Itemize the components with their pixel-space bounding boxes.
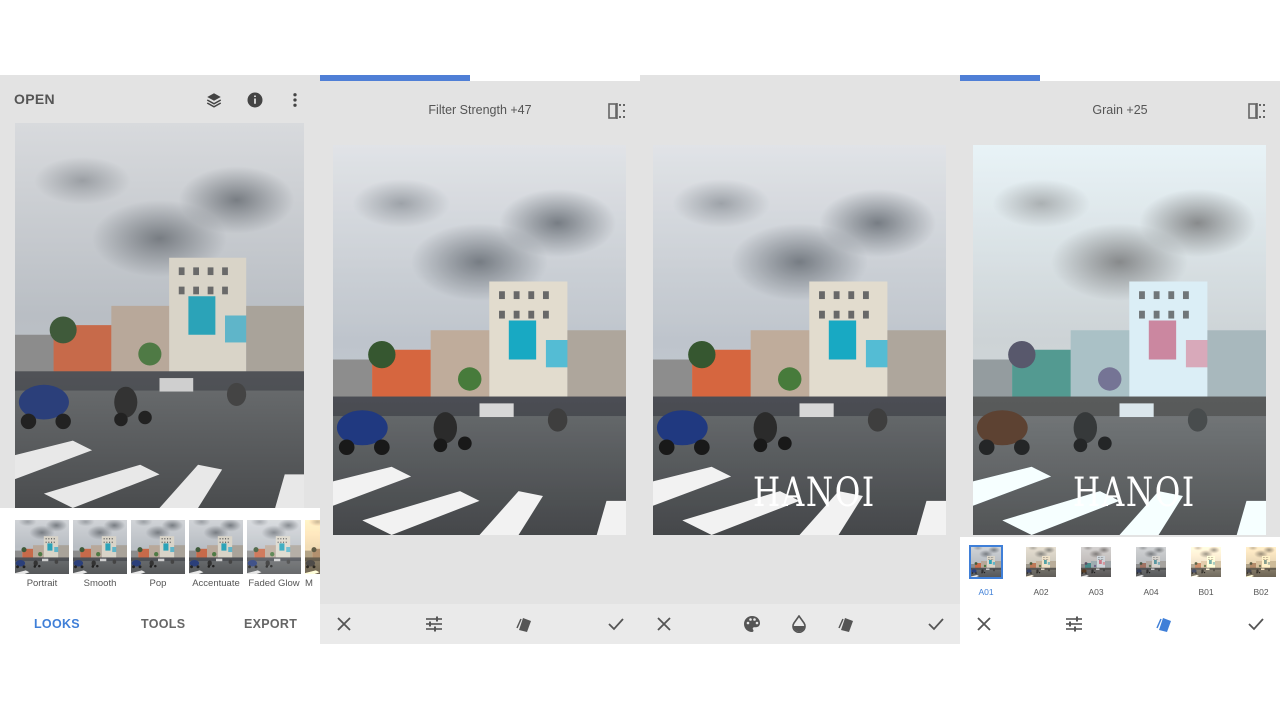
adjust-sliders-icon[interactable] [1062,612,1086,636]
apply-checkmark-icon[interactable] [604,612,628,636]
grain-style-item[interactable]: B02 [1244,542,1278,597]
look-item[interactable]: Accentuate [189,520,243,589]
grain-style-item[interactable]: B01 [1189,542,1223,597]
look-label: Pop [149,578,167,589]
photo-preview [15,123,304,508]
filter-strength-panel: Filter Strength +47 [320,75,640,644]
bottom-tabs: LOOKS TOOLS EXPORT [0,604,320,644]
info-icon[interactable] [243,88,267,112]
look-item[interactable]: Smooth [73,520,127,589]
progress-fill [320,75,471,81]
look-thumbnail [247,520,301,574]
opacity-drop-icon[interactable] [787,612,811,636]
styles-icon[interactable] [835,612,859,636]
layers-icon[interactable] [202,88,226,112]
grain-style-strip: A01 A02 A03 A04 B01 B02 [960,537,1280,605]
tab-export[interactable]: EXPORT [244,617,297,631]
look-label: Portrait [26,578,58,589]
look-thumbnail [73,520,127,574]
grain-progress-bar[interactable] [960,75,1280,81]
top-bar: OPEN [0,75,320,123]
color-palette-icon[interactable] [740,612,764,636]
text-overlay[interactable]: HANOI [753,470,876,516]
close-icon[interactable] [332,612,356,636]
look-thumbnail [15,520,69,574]
grain-style-thumbnail [1189,542,1223,582]
look-item[interactable]: Pop [131,520,185,589]
adjust-sliders-icon[interactable] [422,612,446,636]
edit-bottom-bar [960,604,1280,644]
look-item[interactable]: Faded Glow [247,520,301,589]
compare-icon[interactable] [608,103,626,119]
grain-style-thumbnail [1134,542,1168,582]
look-thumbnail [189,520,243,574]
look-item[interactable]: Portrait [15,520,69,589]
look-thumbnail [305,520,320,574]
styles-icon[interactable] [1153,612,1177,636]
grain-style-label: B02 [1253,587,1269,597]
text-overlay: HANOI [1073,470,1196,516]
close-icon[interactable] [652,612,676,636]
tab-looks[interactable]: LOOKS [34,617,80,631]
look-thumbnail [131,520,185,574]
parameter-label: Filter Strength +47 [428,103,532,117]
grain-style-item[interactable]: A01 [969,542,1003,597]
look-item[interactable]: M [305,520,320,589]
grain-style-item[interactable]: A04 [1134,542,1168,597]
grain-style-label: A03 [1088,587,1104,597]
tab-tools[interactable]: TOOLS [141,617,185,631]
more-vert-icon[interactable] [283,88,307,112]
parameter-label: Grain +25 [1092,103,1148,117]
edit-bottom-bar [320,604,640,644]
styles-icon[interactable] [513,612,537,636]
open-button[interactable]: OPEN [14,91,55,107]
grain-style-thumbnail [1244,542,1278,582]
look-label: Faded Glow [248,578,300,589]
grain-style-thumbnail [969,542,1003,582]
grain-style-item[interactable]: A03 [1079,542,1113,597]
grain-style-label: A02 [1033,587,1049,597]
looks-strip: Portrait Smooth Pop Accentuate Faded Glo… [0,508,320,604]
photo-preview [333,145,626,535]
look-label: Accentuate [192,578,240,589]
look-label: M [305,578,313,589]
close-icon[interactable] [972,612,996,636]
grain-style-thumbnail [1079,542,1113,582]
looks-panel: OPEN Portrait Smooth Pop Accentuate Fade… [0,75,320,644]
compare-icon[interactable] [1248,103,1266,119]
grain-style-item[interactable]: A02 [1024,542,1058,597]
edit-bottom-bar [640,604,960,644]
apply-checkmark-icon[interactable] [924,612,948,636]
grain-style-label: A01 [978,587,994,597]
text-panel: HANOI [640,75,960,644]
apply-checkmark-icon[interactable] [1244,612,1268,636]
look-label: Smooth [83,578,117,589]
grain-style-label: A04 [1143,587,1159,597]
grain-style-label: B01 [1198,587,1214,597]
strength-progress-bar[interactable] [320,75,640,81]
grain-style-thumbnail [1024,542,1058,582]
grainy-film-panel: Grain +25 HANOI A01 A02 A03 A04 B01 B02 [960,75,1280,644]
progress-fill [960,75,1040,81]
